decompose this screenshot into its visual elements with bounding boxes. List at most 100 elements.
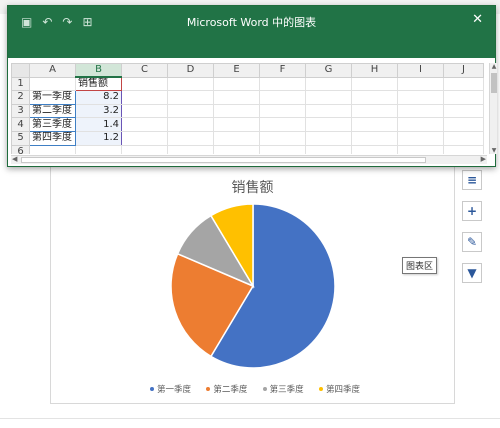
scroll-left-icon[interactable]: ◀ — [12, 155, 17, 163]
cell-d5[interactable] — [167, 130, 214, 146]
cell-a5[interactable]: 第四季度 — [29, 130, 76, 146]
legend-label: 第三季度 — [269, 385, 304, 395]
column-header-i[interactable]: I — [397, 63, 444, 78]
cell-i5[interactable] — [397, 130, 444, 146]
cell-g2[interactable] — [305, 90, 352, 105]
cell-d2[interactable] — [167, 90, 214, 105]
cell-e1[interactable] — [213, 76, 260, 92]
column-header-a[interactable]: A — [29, 63, 76, 78]
cell-e2[interactable] — [213, 90, 260, 105]
row-header[interactable]: 1 — [11, 76, 30, 92]
cell-e3[interactable] — [213, 103, 260, 119]
cell-d6[interactable] — [167, 144, 214, 154]
close-icon[interactable]: ✕ — [472, 12, 483, 27]
cell-i2[interactable] — [397, 90, 444, 105]
cell-a1[interactable] — [29, 76, 76, 92]
chart-elements-button[interactable]: + — [462, 201, 482, 221]
cell-a6[interactable] — [29, 144, 76, 154]
scroll-up-icon[interactable]: ▲ — [490, 63, 498, 70]
layout-options-button[interactable]: ≡ — [462, 170, 482, 190]
vertical-scroll-thumb[interactable] — [491, 73, 497, 93]
cell-a2[interactable]: 第一季度 — [29, 90, 76, 105]
cell-d1[interactable] — [167, 76, 214, 92]
legend-marker-icon — [206, 387, 211, 391]
cell-d4[interactable] — [167, 117, 214, 132]
cell-d3[interactable] — [167, 103, 214, 119]
cell-i1[interactable] — [397, 76, 444, 92]
cell-a3[interactable]: 第二季度 — [29, 103, 76, 119]
cell-c2[interactable] — [121, 90, 168, 105]
legend-item[interactable]: 第三季度 — [262, 383, 304, 395]
cell-j2[interactable] — [443, 90, 484, 105]
legend-item[interactable]: 第四季度 — [318, 383, 360, 395]
cell-c1[interactable] — [121, 76, 168, 92]
cell-j6[interactable] — [443, 144, 484, 154]
column-header-c[interactable]: C — [121, 63, 168, 78]
scroll-down-icon[interactable]: ▼ — [490, 147, 498, 154]
spreadsheet-grid[interactable]: ABCDEFGHIJ 1 销售额 2 第一季度 8.2 3 第二季度 3.2 4 第三季度 1.4 5… — [11, 63, 487, 154]
cell-e6[interactable] — [213, 144, 260, 154]
cell-h2[interactable] — [351, 90, 398, 105]
cell-b6[interactable] — [75, 144, 122, 154]
cell-g4[interactable] — [305, 117, 352, 132]
horizontal-scrollbar[interactable]: ◀ ▶ — [11, 155, 487, 164]
cell-g1[interactable] — [305, 76, 352, 92]
cell-f1[interactable] — [259, 76, 306, 92]
cell-h4[interactable] — [351, 117, 398, 132]
row-header[interactable]: 6 — [11, 144, 30, 154]
column-header-f[interactable]: F — [259, 63, 306, 78]
cell-j4[interactable] — [443, 117, 484, 132]
column-header-h[interactable]: H — [351, 63, 398, 78]
cell-b4[interactable]: 1.4 — [75, 117, 122, 132]
column-header-d[interactable]: D — [167, 63, 214, 78]
column-header-b[interactable]: B — [75, 63, 122, 79]
cell-b2[interactable]: 8.2 — [75, 90, 122, 105]
cell-c6[interactable] — [121, 144, 168, 154]
cell-f5[interactable] — [259, 130, 306, 146]
cell-i6[interactable] — [397, 144, 444, 154]
cell-h5[interactable] — [351, 130, 398, 146]
cell-e4[interactable] — [213, 117, 260, 132]
cell-c4[interactable] — [121, 117, 168, 132]
row-header[interactable]: 5 — [11, 130, 30, 146]
cell-i4[interactable] — [397, 117, 444, 132]
legend-item[interactable]: 第二季度 — [206, 383, 247, 395]
cell-c3[interactable] — [121, 103, 168, 119]
row-header[interactable]: 2 — [11, 90, 30, 105]
cell-j5[interactable] — [443, 130, 484, 146]
legend-item[interactable]: 第一季度 — [150, 383, 191, 395]
chart-filters-button[interactable]: ▼ — [462, 263, 482, 283]
cell-f2[interactable] — [259, 90, 306, 105]
cell-e5[interactable] — [213, 130, 260, 146]
cell-b3[interactable]: 3.2 — [75, 103, 122, 119]
column-header-e[interactable]: E — [213, 63, 260, 78]
cell-a4[interactable]: 第三季度 — [29, 117, 76, 132]
vertical-scrollbar[interactable]: ▲ ▼ — [489, 63, 497, 154]
column-header-j[interactable]: J — [443, 63, 484, 78]
scroll-right-icon[interactable]: ▶ — [481, 155, 486, 163]
row-header[interactable]: 3 — [11, 103, 30, 119]
row-header[interactable]: 4 — [11, 117, 30, 132]
cell-i3[interactable] — [397, 103, 444, 119]
cell-h6[interactable] — [351, 144, 398, 154]
chart-styles-button[interactable]: ✎ — [462, 232, 482, 252]
cell-f3[interactable] — [259, 103, 306, 119]
pie-chart[interactable] — [150, 190, 350, 380]
column-header-g[interactable]: G — [305, 63, 352, 78]
cell-j1[interactable] — [443, 76, 484, 92]
cell-f6[interactable] — [259, 144, 306, 154]
cell-f4[interactable] — [259, 117, 306, 132]
cell-h3[interactable] — [351, 103, 398, 119]
cell-g3[interactable] — [305, 103, 352, 119]
cell-g6[interactable] — [305, 144, 352, 154]
cell-c5[interactable] — [121, 130, 168, 146]
cell-j3[interactable] — [443, 103, 484, 119]
cell-g5[interactable] — [305, 130, 352, 146]
cell-b5[interactable]: 1.2 — [75, 130, 122, 146]
cell-h1[interactable] — [351, 76, 398, 92]
chart-legend[interactable]: 第一季度 第二季度 第三季度 第四季度 — [150, 383, 360, 395]
select-all-corner[interactable] — [11, 63, 30, 78]
table-row: 5 第四季度 1.2 — [11, 130, 484, 146]
horizontal-scroll-thumb[interactable] — [21, 157, 426, 163]
cell-b1[interactable]: 销售额 — [75, 76, 122, 92]
